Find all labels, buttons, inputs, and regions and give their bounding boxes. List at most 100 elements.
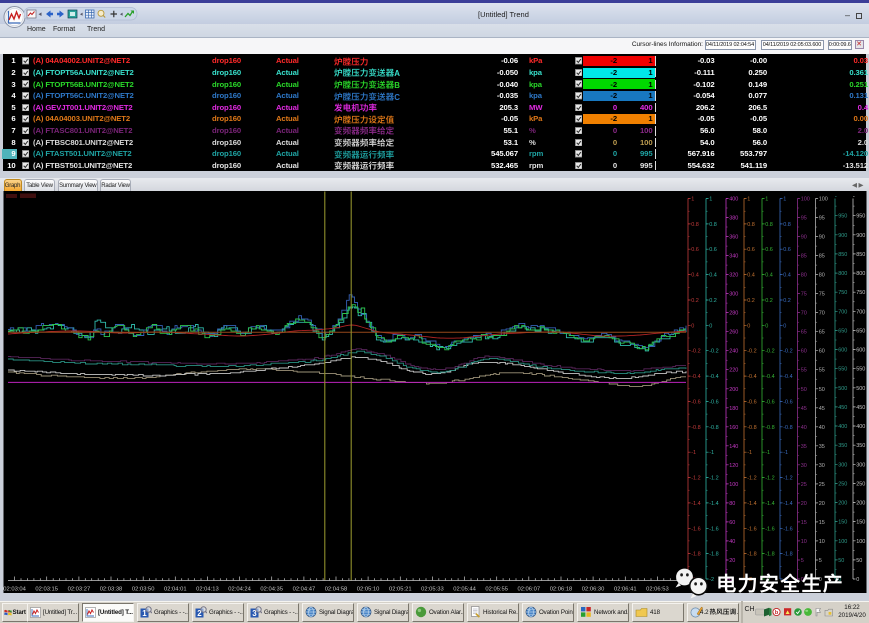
svg-text:-1.4: -1.4 — [747, 501, 756, 507]
svg-text:0.2: 0.2 — [765, 298, 773, 304]
svg-text:-1.2: -1.2 — [765, 476, 774, 482]
svg-text:02:06:41: 02:06:41 — [614, 587, 637, 593]
svg-text:0: 0 — [691, 323, 694, 329]
svg-text:1: 1 — [765, 197, 768, 203]
svg-text:200: 200 — [729, 387, 738, 393]
svg-text:-1.8: -1.8 — [709, 552, 718, 558]
svg-text:700: 700 — [856, 309, 865, 315]
svg-text:0.8: 0.8 — [709, 222, 717, 228]
svg-text:1: 1 — [783, 197, 786, 203]
svg-text:50: 50 — [856, 558, 862, 564]
svg-text:0.2: 0.2 — [709, 298, 717, 304]
svg-text:0: 0 — [783, 323, 786, 329]
svg-text:15: 15 — [801, 520, 807, 526]
svg-text:90: 90 — [801, 235, 807, 241]
svg-text:60: 60 — [801, 349, 807, 355]
svg-text:B: B — [394, 81, 400, 90]
svg-text:900: 900 — [856, 233, 865, 239]
svg-text:140: 140 — [729, 444, 738, 450]
svg-text:15: 15 — [819, 520, 825, 526]
svg-text:160: 160 — [729, 425, 738, 431]
svg-text:75: 75 — [819, 292, 825, 298]
svg-text:02:03:04: 02:03:04 — [3, 587, 26, 593]
svg-text:120: 120 — [729, 463, 738, 469]
svg-text:10: 10 — [819, 539, 825, 545]
svg-text:0.6: 0.6 — [709, 247, 717, 253]
svg-text:02:06:18: 02:06:18 — [550, 587, 573, 593]
svg-text:600: 600 — [838, 348, 847, 354]
svg-text:200: 200 — [856, 501, 865, 507]
svg-text:850: 850 — [838, 252, 847, 258]
svg-text:-1.2: -1.2 — [783, 476, 792, 482]
svg-text:-1.6: -1.6 — [691, 526, 700, 532]
svg-text:650: 650 — [856, 328, 865, 334]
svg-text:-0.2: -0.2 — [709, 349, 718, 355]
svg-text:550: 550 — [856, 367, 865, 373]
svg-text:250: 250 — [838, 481, 847, 487]
svg-text:300: 300 — [838, 462, 847, 468]
svg-text:0: 0 — [747, 323, 750, 329]
svg-text:02:05:21: 02:05:21 — [389, 587, 412, 593]
svg-text:-0.2: -0.2 — [783, 349, 792, 355]
svg-text:450: 450 — [856, 405, 865, 411]
svg-text:-1.2: -1.2 — [747, 476, 756, 482]
svg-text:02:04:01: 02:04:01 — [164, 587, 187, 593]
svg-text:-1.8: -1.8 — [765, 552, 774, 558]
svg-text:55: 55 — [819, 368, 825, 374]
svg-text:0.8: 0.8 — [783, 222, 791, 228]
svg-text:75: 75 — [801, 292, 807, 298]
svg-text:-1.8: -1.8 — [691, 552, 700, 558]
svg-text:02:04:58: 02:04:58 — [325, 587, 348, 593]
svg-text:150: 150 — [838, 520, 847, 526]
svg-text:02:04:24: 02:04:24 — [228, 587, 251, 593]
svg-text:350: 350 — [856, 443, 865, 449]
svg-text:750: 750 — [838, 290, 847, 296]
svg-text:450: 450 — [838, 405, 847, 411]
svg-text:150: 150 — [856, 520, 865, 526]
svg-text:1: 1 — [709, 197, 712, 203]
svg-text:0: 0 — [856, 577, 859, 583]
svg-text:40: 40 — [801, 425, 807, 431]
svg-text:02:05:44: 02:05:44 — [453, 587, 476, 593]
svg-text:4.2: 4.2 — [700, 609, 709, 616]
svg-text:20: 20 — [819, 501, 825, 507]
svg-text:240: 240 — [729, 349, 738, 355]
svg-text:-1.8: -1.8 — [747, 552, 756, 558]
svg-text:100: 100 — [729, 482, 738, 488]
svg-text:-0.2: -0.2 — [765, 349, 774, 355]
svg-text:0.4: 0.4 — [783, 273, 791, 279]
svg-text:250: 250 — [856, 481, 865, 487]
svg-text:-1.4: -1.4 — [691, 501, 700, 507]
svg-text:-0.8: -0.8 — [747, 425, 756, 431]
svg-text:02:05:33: 02:05:33 — [421, 587, 444, 593]
svg-text:-0.2: -0.2 — [747, 349, 756, 355]
svg-text:380: 380 — [729, 216, 738, 222]
svg-text:100: 100 — [856, 539, 865, 545]
svg-text:55: 55 — [801, 368, 807, 374]
svg-text:-0.8: -0.8 — [709, 425, 718, 431]
svg-text:02:06:30: 02:06:30 — [582, 587, 605, 593]
svg-text:10: 10 — [801, 539, 807, 545]
svg-text:70: 70 — [819, 311, 825, 317]
svg-text:0.6: 0.6 — [765, 247, 773, 253]
svg-text:02:03:27: 02:03:27 — [68, 587, 91, 593]
svg-text:35: 35 — [819, 444, 825, 450]
svg-text:0.2: 0.2 — [783, 298, 791, 304]
svg-text:900: 900 — [838, 233, 847, 239]
svg-text:90: 90 — [819, 235, 825, 241]
svg-text:-0.8: -0.8 — [765, 425, 774, 431]
svg-text:0.4: 0.4 — [747, 273, 755, 279]
svg-text:360: 360 — [729, 235, 738, 241]
svg-text:0.2: 0.2 — [691, 298, 699, 304]
svg-text:-0.4: -0.4 — [709, 374, 718, 380]
svg-text:300: 300 — [856, 462, 865, 468]
svg-text:-1: -1 — [691, 450, 696, 456]
svg-text:100: 100 — [838, 539, 847, 545]
svg-text:-0.6: -0.6 — [765, 399, 774, 405]
svg-text:02:04:13: 02:04:13 — [196, 587, 219, 593]
svg-text:400: 400 — [856, 424, 865, 430]
svg-text:A: A — [394, 69, 400, 78]
svg-text:-1.4: -1.4 — [765, 501, 774, 507]
svg-text:...: ... — [737, 609, 738, 616]
svg-text:200: 200 — [838, 501, 847, 507]
